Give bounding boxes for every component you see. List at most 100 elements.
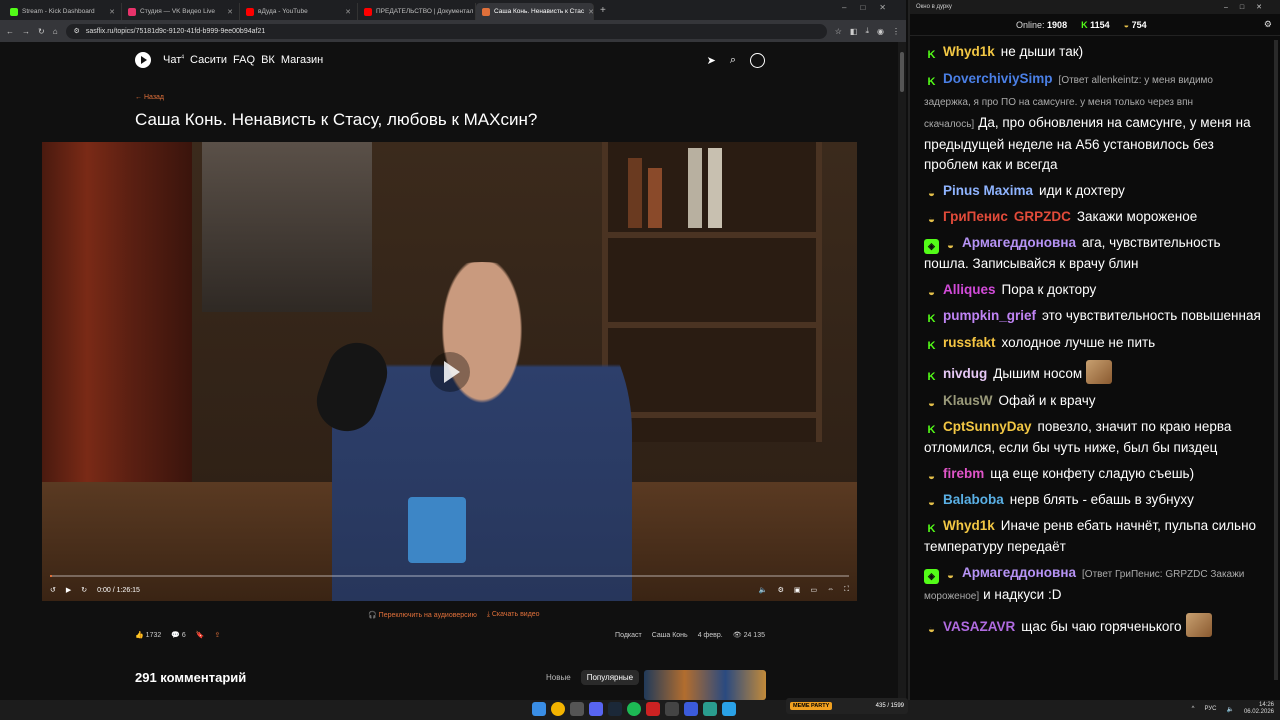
close-tab-icon[interactable]: ✕ [227,8,233,16]
tab-sasflix[interactable]: Саша Конь. Ненависть к Стас ✕ [476,3,594,20]
close-tab-icon[interactable]: ✕ [109,8,115,16]
extensions-icon[interactable]: ◧ [850,27,858,36]
tag-sasha-kon[interactable]: Саша Конь [652,632,688,639]
clock[interactable]: 14:26 06.02.2026 [1244,702,1274,716]
chrome-icon[interactable] [551,702,565,716]
back-link[interactable]: ← Назад [135,94,164,101]
chat-username[interactable]: VASAZAVR [943,619,1015,634]
comment-count-button[interactable]: 💬 6 [171,631,186,639]
nav-chat[interactable]: Чат4 [163,54,184,66]
rewind-icon[interactable]: ↺ [50,586,56,594]
settings-icon[interactable]: ⚙ [778,586,784,594]
profile-icon[interactable]: ◉ [877,27,884,36]
theater-icon[interactable]: ▭ [810,586,817,594]
sort-popular-button[interactable]: Популярные [580,670,640,685]
tab-documentary[interactable]: ПРЕДАТЕЛЬСТВО | Документал✕ [358,3,476,20]
chat-username[interactable]: pumpkin_grief [943,308,1036,323]
tray-chevron-icon[interactable]: ^ [1192,706,1195,712]
window-controls[interactable]: –□✕ [842,3,900,12]
bookmark-icon[interactable]: 🔖 [196,631,205,639]
sort-new-button[interactable]: Новые [540,670,577,685]
share-icon[interactable]: ⇪ [215,631,221,639]
chat-username[interactable]: firebm [943,466,984,481]
subscriber-badge-icon: ◒ [927,186,936,200]
chat-text: ща еще конфету сладую съешь) [990,466,1195,481]
tab-vk-studio[interactable]: Студия — VK Видео Live ✕ [122,3,240,20]
chat-username[interactable]: KlausW [943,393,993,408]
app-blue-icon[interactable] [684,702,698,716]
chat-username[interactable]: Whyd1k [943,44,995,59]
volume-icon[interactable]: 🔈 [759,586,768,594]
site-header: Чат4 Сасити FAQ ВК Магазин ➤ ⌕ [135,50,765,70]
home-icon[interactable]: ⌂ [53,27,58,36]
chat-username[interactable]: Balaboba [943,492,1004,507]
forward-icon[interactable]: ↻ [81,586,87,594]
obs-icon[interactable] [665,702,679,716]
nav-sasaciti[interactable]: Сасити [190,54,227,66]
chat-username[interactable]: Alliques [943,282,996,297]
folder-icon[interactable] [570,702,584,716]
send-icon[interactable]: ➤ [707,54,716,67]
chat-scrollbar[interactable] [1274,40,1278,680]
download-video-link[interactable]: ⤓ Скачать видео [487,611,540,619]
vk-emote-icon: ◒ [1123,19,1130,30]
miniplayer-icon[interactable]: ▣ [794,586,801,594]
lang-indicator[interactable]: РУС [1204,706,1216,712]
chat-username[interactable]: Армагеддоновна [962,565,1076,580]
chat-username[interactable]: Pinus Maxima [943,183,1033,198]
steam-icon[interactable] [608,702,622,716]
chat-username[interactable]: ГриПенис [943,209,1008,224]
address-bar[interactable]: ⚙ sasflix.ru/topics/75181d9c-9120-41fd-b9… [65,23,827,39]
chat-window-controls[interactable]: –□✕ [1224,3,1274,11]
page-scrollbar[interactable] [898,42,906,700]
chat-username[interactable]: DoverchiviySimp [943,71,1053,86]
site-info-icon[interactable]: ⚙ [74,27,80,35]
app-teal-icon[interactable] [703,702,717,716]
promo-banner[interactable] [644,670,766,700]
app-red-icon[interactable] [646,702,660,716]
telegram-icon[interactable] [722,702,736,716]
forward-arrow-icon[interactable]: → [22,27,30,36]
play-overlay-icon[interactable] [430,352,470,392]
chat-username[interactable]: nivdug [943,366,987,381]
new-tab-icon[interactable]: + [594,5,612,16]
user-icon[interactable] [750,52,765,68]
windows-start-icon[interactable] [532,702,546,716]
chat-message: K Whyd1k не дыши так) [924,42,1262,63]
vk-favicon-icon [128,7,136,16]
subscriber-badge-icon: ◒ [927,622,936,636]
discord-icon[interactable] [589,702,603,716]
pip-icon[interactable]: ⇔ [827,586,834,594]
chat-message: Kpumpkin_grief это чувствительность повыш… [924,306,1262,327]
tag-podcast[interactable]: Подкаст [615,632,642,639]
chat-settings-icon[interactable]: ⚙ [1264,19,1272,30]
download-icon[interactable]: ⤓ [865,26,869,36]
fullscreen-icon[interactable]: ⛶ [844,586,849,594]
chat-username[interactable]: Whyd1k [943,518,995,533]
audio-version-link[interactable]: 🎧 Переключить на аудиоверсию [368,611,477,619]
nav-faq[interactable]: FAQ [233,54,255,66]
reload-icon[interactable]: ↻ [38,27,45,36]
subscriber-badge-icon: ◒ [946,568,955,582]
video-progress-bar[interactable] [50,575,849,577]
chat-username[interactable]: russfakt [943,335,996,350]
tab-kick-dashboard[interactable]: Stream - Kick Dashboard ✕ [4,3,122,20]
system-tray: ^ РУС 🔈 14:26 06.02.2026 [1192,702,1274,716]
chat-username[interactable]: CptSunnyDay [943,419,1032,434]
chat-username[interactable]: Армагеддоновна [962,235,1076,250]
tab-youtube[interactable]: вДуда - YouTube ✕ [240,3,358,20]
search-icon[interactable]: ⌕ [730,54,736,67]
sasflix-logo-icon[interactable] [135,52,151,68]
close-tab-icon[interactable]: ✕ [345,8,351,16]
spotify-icon[interactable] [627,702,641,716]
back-arrow-icon[interactable]: ← [6,27,14,36]
video-player[interactable]: ↺ ▶ ↻ 0:00 / 1:26:15 🔈 ⚙ ▣ ▭ ⇔ ⛶ [42,142,857,601]
volume-tray-icon[interactable]: 🔈 [1226,706,1233,713]
nav-vk[interactable]: ВК [261,54,275,66]
menu-icon[interactable]: ⋮ [892,27,900,36]
bookmark-star-icon[interactable]: ☆ [835,27,842,36]
nav-shop[interactable]: Магазин [281,54,323,66]
like-button[interactable]: 👍 1732 [135,631,161,639]
play-icon[interactable]: ▶ [66,586,71,594]
meme-party-widget[interactable]: MEME PARTY 435 / 1599 [786,698,908,714]
